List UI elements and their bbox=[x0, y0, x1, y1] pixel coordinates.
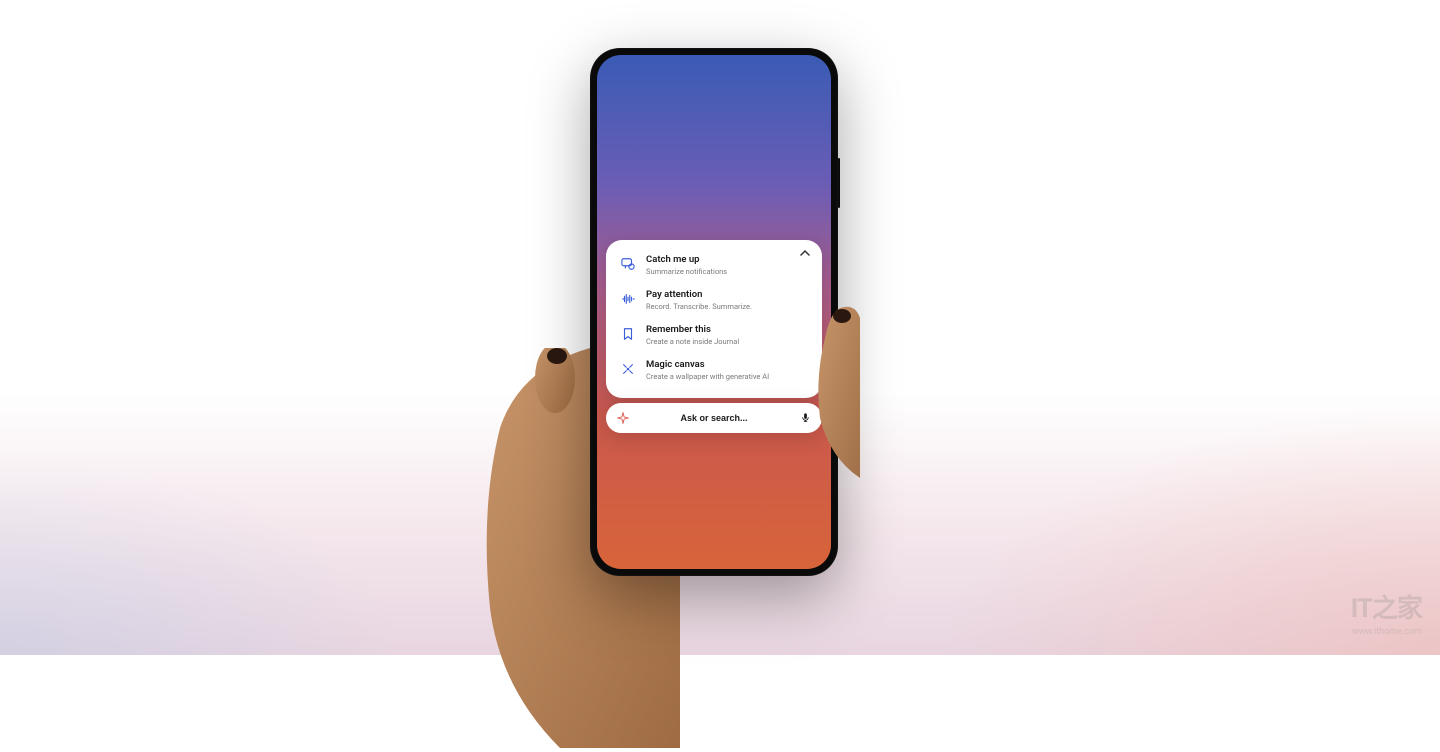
watermark-url: www.ithome.com bbox=[1351, 627, 1422, 637]
watermark: IT之家 www.ithome.com bbox=[1351, 588, 1422, 637]
watermark-logo: IT之家 bbox=[1351, 588, 1422, 625]
phone-frame: Catch me up Summarize notifications Pay … bbox=[590, 48, 838, 576]
action-subtitle: Create a wallpaper with generative AI bbox=[646, 372, 808, 382]
phone-mockup: Catch me up Summarize notifications Pay … bbox=[590, 48, 850, 608]
chevron-up-icon bbox=[800, 248, 810, 258]
soundwave-icon bbox=[620, 291, 636, 307]
search-bar[interactable] bbox=[606, 403, 822, 433]
search-input[interactable] bbox=[630, 413, 798, 423]
action-magic-canvas[interactable]: Magic canvas Create a wallpaper with gen… bbox=[606, 353, 822, 388]
microphone-icon[interactable] bbox=[798, 411, 812, 425]
actions-card: Catch me up Summarize notifications Pay … bbox=[606, 240, 822, 398]
chat-icon bbox=[620, 256, 636, 272]
action-title: Remember this bbox=[646, 324, 808, 336]
action-subtitle: Summarize notifications bbox=[646, 267, 808, 277]
collapse-button[interactable] bbox=[798, 246, 812, 260]
assistant-icon bbox=[616, 411, 630, 425]
action-catch-me-up[interactable]: Catch me up Summarize notifications bbox=[606, 248, 822, 283]
action-title: Catch me up bbox=[646, 254, 808, 266]
phone-screen: Catch me up Summarize notifications Pay … bbox=[597, 55, 831, 569]
action-title: Pay attention bbox=[646, 289, 808, 301]
action-subtitle: Record. Transcribe. Summarize. bbox=[646, 302, 808, 312]
action-subtitle: Create a note inside Journal bbox=[646, 337, 808, 347]
sparkle-icon bbox=[620, 361, 636, 377]
action-remember-this[interactable]: Remember this Create a note inside Journ… bbox=[606, 318, 822, 353]
bookmark-icon bbox=[620, 326, 636, 342]
action-title: Magic canvas bbox=[646, 359, 808, 371]
action-pay-attention[interactable]: Pay attention Record. Transcribe. Summar… bbox=[606, 283, 822, 318]
